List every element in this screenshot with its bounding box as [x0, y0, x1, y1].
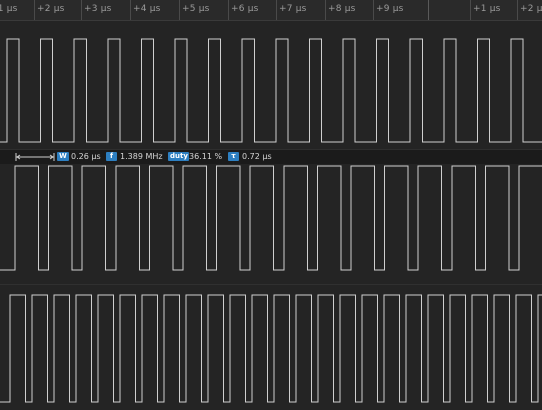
duty-badge-icon: duty [168, 152, 189, 161]
time-ruler[interactable]: +1 µs +2 µs +3 µs +4 µs +5 µs +6 µs +7 µ… [0, 0, 542, 21]
ruler-tick [517, 0, 518, 20]
digital-signal-trace [0, 165, 542, 271]
ruler-tick [373, 0, 374, 20]
ruler-label-8: +9 µs [376, 4, 404, 14]
channel-1-waveform[interactable] [0, 21, 542, 149]
ruler-label-6: +7 µs [279, 4, 307, 14]
pulse-measurement-bar: W 0.26 µs f 1.389 MHz duty 36.11 % τ 0.7… [0, 149, 542, 165]
ruler-tick [325, 0, 326, 20]
digital-signal-trace [0, 38, 542, 143]
period-badge-icon: τ [228, 152, 239, 161]
width-badge-icon: W [57, 152, 69, 161]
ruler-label-10: +2 µs [520, 4, 542, 14]
channel-3-waveform[interactable] [0, 285, 542, 410]
ruler-label-3: +4 µs [133, 4, 161, 14]
frequency-value: 1.389 MHz [120, 152, 163, 161]
ruler-label-4: +5 µs [182, 4, 210, 14]
ruler-label-7: +8 µs [328, 4, 356, 14]
frequency-badge-icon: f [106, 152, 117, 161]
channel-2-lane[interactable] [0, 164, 542, 285]
ruler-tick [81, 0, 82, 20]
ruler-label-5: +6 µs [231, 4, 259, 14]
ruler-divider [428, 0, 429, 20]
pulse-width-value: 0.26 µs [71, 152, 101, 161]
ruler-tick [130, 0, 131, 20]
ruler-tick [276, 0, 277, 20]
logic-analyzer-view: +1 µs +2 µs +3 µs +4 µs +5 µs +6 µs +7 µ… [0, 0, 542, 410]
channel-2-waveform[interactable] [0, 164, 542, 284]
digital-signal-trace [0, 294, 542, 403]
pulse-span-marker-icon [15, 153, 55, 161]
ruler-label-1: +2 µs [37, 4, 65, 14]
ruler-tick [179, 0, 180, 20]
ruler-label-9: +1 µs [473, 4, 501, 14]
period-value: 0.72 µs [242, 152, 272, 161]
ruler-label-2: +3 µs [84, 4, 112, 14]
ruler-tick [228, 0, 229, 20]
channel-3-lane[interactable] [0, 285, 542, 410]
duty-cycle-value: 36.11 % [189, 152, 223, 161]
ruler-tick [34, 0, 35, 20]
channel-1-lane[interactable] [0, 21, 542, 150]
ruler-label-0: +1 µs [0, 4, 18, 14]
ruler-tick [470, 0, 471, 20]
